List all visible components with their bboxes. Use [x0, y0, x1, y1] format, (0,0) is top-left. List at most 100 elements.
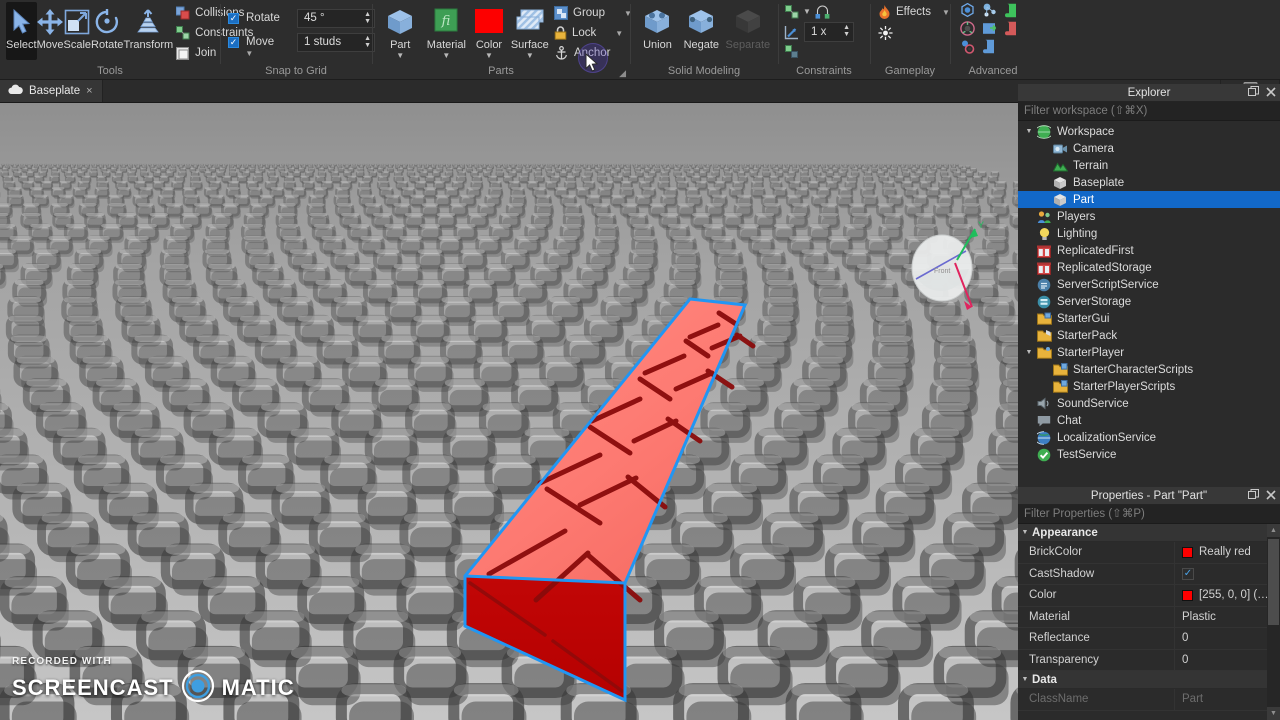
scroll-down-icon[interactable]: ▼: [1267, 707, 1280, 720]
tab-baseplate[interactable]: Baseplate ×: [0, 80, 103, 102]
constraint-scale-input[interactable]: 1 x ▲ ▼: [804, 22, 854, 42]
category-expand-arrow[interactable]: ▼: [1018, 676, 1032, 683]
properties-filter-input[interactable]: [1024, 508, 1274, 520]
explorer-item-starterplayer[interactable]: ▼ StarterPlayer: [1018, 344, 1280, 361]
plugin-folder-icon[interactable]: [982, 21, 997, 36]
select-tool-button[interactable]: Select: [6, 2, 37, 60]
explorer-item-starterpack[interactable]: StarterPack: [1018, 327, 1280, 344]
explorer-item-baseplate[interactable]: Baseplate: [1018, 174, 1280, 191]
explorer-item-serverstorage[interactable]: ServerStorage: [1018, 293, 1280, 310]
move-tool-button[interactable]: Move: [37, 2, 63, 60]
explorer-item-testservice[interactable]: TestService: [1018, 446, 1280, 463]
effects-dropdown[interactable]: Effects ▼: [876, 2, 950, 22]
explorer-item-replicatedstorage[interactable]: ReplicatedStorage: [1018, 259, 1280, 276]
negate-button[interactable]: Negate: [679, 2, 724, 60]
property-row-castshadow[interactable]: CastShadow ✓: [1018, 563, 1280, 585]
chevron-down-icon[interactable]: ▼: [442, 52, 450, 60]
snap-move-checkbox[interactable]: ✓: [228, 36, 239, 48]
create-constraint-icon[interactable]: [784, 4, 799, 19]
union-button[interactable]: Union: [636, 2, 679, 60]
property-row-brickcolor[interactable]: BrickColor Really red: [1018, 542, 1280, 564]
tree-expand-arrow[interactable]: ▼: [1022, 128, 1036, 135]
constraint-scale-icon[interactable]: [784, 25, 799, 40]
spinner-icon[interactable]: ▲ ▼: [843, 24, 850, 38]
plugin-settings-icon[interactable]: [960, 39, 975, 54]
explorer-item-lighting[interactable]: Lighting: [1018, 225, 1280, 242]
chevron-down-icon[interactable]: ▼: [803, 8, 811, 16]
property-category-data[interactable]: ▼ Data: [1018, 671, 1280, 689]
scrollbar-thumb[interactable]: [1268, 539, 1279, 625]
color-swatch[interactable]: [1182, 546, 1193, 558]
color-swatch[interactable]: [1182, 589, 1193, 601]
parts-dialog-launcher[interactable]: ◢: [619, 68, 626, 79]
explorer-item-part[interactable]: Part: [1018, 191, 1280, 208]
properties-scrollbar[interactable]: ▲ ▼: [1267, 524, 1280, 720]
3d-viewport[interactable]: Y Front RECORDED WITH SCREENCAST MATIC: [0, 103, 1018, 720]
explorer-filter-bar[interactable]: [1018, 102, 1280, 121]
scroll-up-icon[interactable]: ▲: [1267, 524, 1280, 537]
property-value[interactable]: 0: [1175, 628, 1280, 649]
part-button[interactable]: Part ▼: [378, 2, 422, 60]
rotate-tool-button[interactable]: Rotate: [91, 2, 123, 60]
property-checkbox[interactable]: ✓: [1182, 567, 1194, 580]
material-button[interactable]: fi Material ▼: [422, 2, 470, 60]
scale-tool-button[interactable]: Scale: [63, 2, 91, 60]
property-value[interactable]: ✓: [1175, 564, 1280, 585]
close-icon[interactable]: [1266, 86, 1276, 100]
properties-list[interactable]: ▼ Appearance BrickColor Really red CastShado…: [1018, 524, 1280, 720]
explorer-item-players[interactable]: Players: [1018, 208, 1280, 225]
spinner-icon[interactable]: ▲ ▼: [364, 11, 371, 25]
undock-icon[interactable]: [1248, 86, 1259, 100]
model-settings-icon[interactable]: [960, 3, 975, 18]
chevron-down-icon[interactable]: ▼: [396, 52, 404, 60]
snap-move-input[interactable]: 1 studs ▲ ▼: [297, 32, 375, 52]
color-button[interactable]: Color ▼: [470, 2, 507, 60]
sparkles-icon[interactable]: [878, 25, 893, 41]
explorer-item-startercharacterscripts[interactable]: StarterCharacterScripts: [1018, 361, 1280, 378]
constraint-show-icon[interactable]: [784, 45, 799, 60]
undock-icon[interactable]: [1248, 489, 1259, 503]
explorer-item-soundservice[interactable]: SoundService: [1018, 395, 1280, 412]
explorer-item-startergui[interactable]: StarterGui: [1018, 310, 1280, 327]
explorer-item-camera[interactable]: Camera: [1018, 140, 1280, 157]
explorer-item-replicatedfirst[interactable]: ReplicatedFirst: [1018, 242, 1280, 259]
separate-button[interactable]: Separate: [724, 2, 772, 60]
lock-dropdown[interactable]: Lock ▼: [552, 23, 624, 43]
snap-rotate-checkbox[interactable]: ✓: [228, 12, 239, 24]
property-row-material[interactable]: Material Plastic: [1018, 606, 1280, 628]
transform-tool-button[interactable]: Transform: [123, 2, 173, 60]
property-value[interactable]: 0: [1175, 650, 1280, 671]
chevron-down-icon[interactable]: ▼: [936, 8, 950, 17]
chevron-down-icon[interactable]: ▼: [526, 52, 534, 60]
property-row-transparency[interactable]: Transparency 0: [1018, 649, 1280, 671]
close-icon[interactable]: [1266, 489, 1276, 503]
properties-filter-bar[interactable]: [1018, 505, 1280, 524]
plugin-manage-icon[interactable]: [960, 21, 975, 36]
property-category-appearance[interactable]: ▼ Appearance: [1018, 524, 1280, 542]
property-row-reflectance[interactable]: Reflectance 0: [1018, 628, 1280, 650]
property-value[interactable]: Plastic: [1175, 607, 1280, 628]
surface-button[interactable]: Surface ▼: [508, 2, 552, 60]
chevron-down-icon[interactable]: ▼: [601, 29, 623, 38]
chevron-down-icon[interactable]: ▼: [610, 9, 632, 18]
property-row-color[interactable]: Color [255, 0, 0] (…: [1018, 585, 1280, 607]
category-expand-arrow[interactable]: ▼: [1018, 529, 1032, 536]
explorer-item-starterplayerscripts[interactable]: StarterPlayerScripts: [1018, 378, 1280, 395]
explorer-item-chat[interactable]: Chat: [1018, 412, 1280, 429]
explorer-filter-input[interactable]: [1024, 105, 1274, 117]
explorer-item-terrain[interactable]: Terrain: [1018, 157, 1280, 174]
tree-expand-arrow[interactable]: ▼: [1022, 349, 1036, 356]
explorer-item-localizationservice[interactable]: LocalizationService: [1018, 429, 1280, 446]
property-value[interactable]: Really red: [1175, 542, 1280, 563]
explorer-item-serverscriptservice[interactable]: ServerScriptService: [1018, 276, 1280, 293]
tab-close-icon[interactable]: ×: [86, 85, 92, 97]
service-nodes-icon[interactable]: [982, 3, 997, 18]
property-value[interactable]: [255, 0, 0] (…: [1175, 585, 1280, 606]
script-green-icon[interactable]: [1004, 3, 1019, 18]
constraint-details-icon[interactable]: [815, 4, 830, 19]
script-red-icon[interactable]: [1004, 21, 1019, 36]
property-row-classname[interactable]: ClassName Part: [1018, 689, 1280, 711]
plugin-blue-icon[interactable]: [982, 39, 997, 54]
snap-rotate-input[interactable]: 45 ° ▲ ▼: [297, 8, 375, 28]
spinner-icon[interactable]: ▲ ▼: [364, 35, 371, 49]
